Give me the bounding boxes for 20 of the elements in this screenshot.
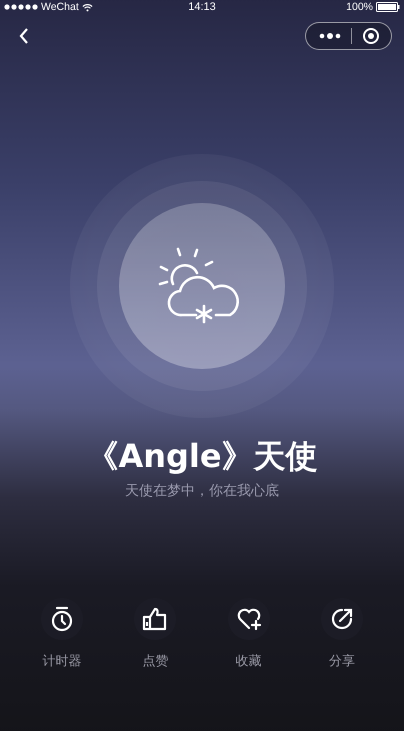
battery-text: 100% xyxy=(346,1,373,13)
battery-icon xyxy=(376,2,400,12)
status-time: 14:13 xyxy=(188,1,216,13)
song-title: 《Angle》天使 xyxy=(86,436,318,476)
song-subtitle: 天使在梦中，你在我心底 xyxy=(125,482,279,500)
signal-icon xyxy=(4,4,38,10)
action-label: 分享 xyxy=(328,653,355,670)
timer-button[interactable] xyxy=(41,598,83,640)
wifi-icon xyxy=(82,2,93,12)
thumbs-up-icon xyxy=(142,607,168,631)
action-label: 收藏 xyxy=(236,653,262,670)
action-label: 计时器 xyxy=(42,653,82,670)
carrier-text: WeChat xyxy=(41,1,79,13)
action-label: 点赞 xyxy=(142,653,168,670)
stopwatch-icon xyxy=(50,606,74,632)
heart-plus-icon xyxy=(236,607,262,631)
more-icon[interactable] xyxy=(319,32,341,40)
close-icon[interactable] xyxy=(362,27,380,45)
back-icon xyxy=(18,27,30,45)
share-icon xyxy=(330,607,354,631)
